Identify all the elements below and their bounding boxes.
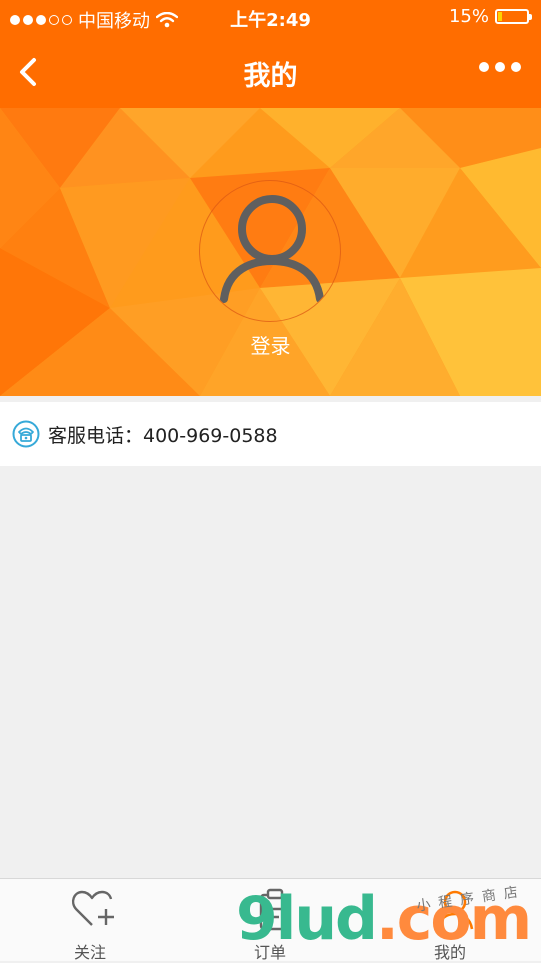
login-link[interactable]: 登录: [0, 330, 541, 359]
status-bar: 中国移动 上午2:49 15%: [0, 0, 541, 36]
page-title: 我的: [243, 61, 298, 92]
tab-follow[interactable]: 关注: [30, 879, 150, 962]
status-right: 15%: [448, 6, 532, 27]
tab-orders-label: 订单: [253, 943, 286, 962]
tab-mine[interactable]: 我的: [390, 879, 510, 962]
tab-orders[interactable]: 订单: [210, 879, 330, 962]
user-avatar-icon: [220, 195, 324, 303]
profile-banner: 登录: [0, 108, 541, 396]
tab-bar: 关注 订单 我的: [0, 878, 541, 962]
tab-follow-label: 关注: [73, 943, 106, 962]
user-icon: [436, 890, 474, 930]
more-dots-icon[interactable]: [479, 62, 521, 72]
customer-service-phone: 客服电话：400-969-0588: [48, 424, 278, 447]
order-clipboard-icon: [259, 888, 291, 931]
telephone-icon: [12, 420, 40, 448]
avatar[interactable]: [199, 180, 341, 322]
battery-icon: [495, 9, 532, 24]
tab-mine-label: 我的: [433, 943, 466, 962]
customer-service-row[interactable]: 客服电话：400-969-0588: [0, 402, 541, 466]
heart-plus-icon: [71, 890, 114, 926]
nav-bar: 我的: [0, 36, 541, 108]
battery-percent: 15%: [448, 6, 489, 27]
